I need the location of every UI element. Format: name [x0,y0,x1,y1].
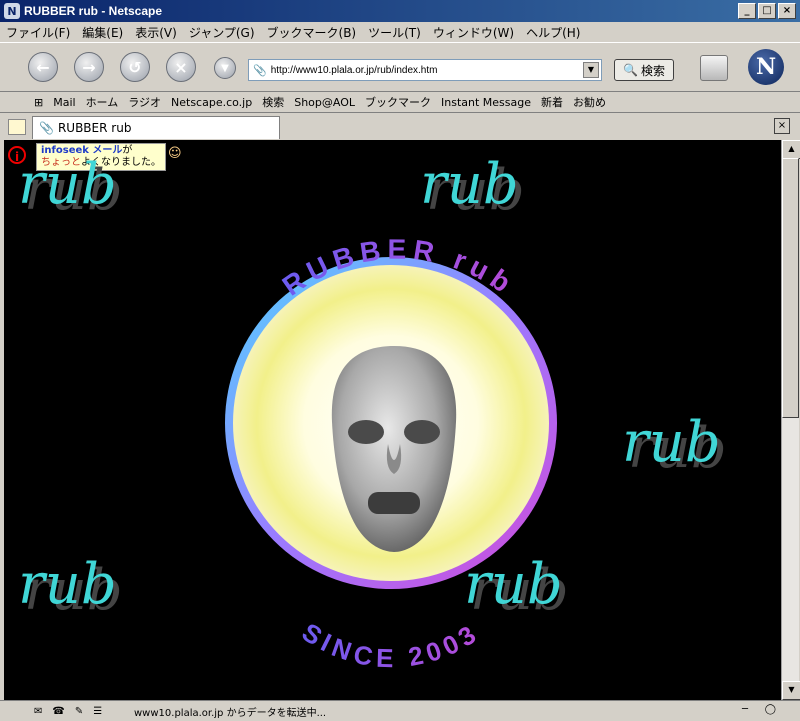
bookmark-mail[interactable]: Mail [48,96,80,109]
bookmark-radio[interactable]: ラジオ [123,94,166,110]
forward-arrow-icon: → [82,57,96,77]
address-book-icon[interactable]: ☰ [93,706,102,717]
reload-icon: ↺ [128,57,142,77]
url-text: http://www10.plala.or.jp/rub/index.htm [270,64,438,76]
bookmark-search[interactable]: 検索 [257,94,289,110]
url-dropdown-button[interactable]: ▼ [583,62,599,78]
bookmark-recommend[interactable]: お勧め [568,94,611,110]
close-tab-button[interactable]: × [774,118,790,134]
title-bar: N RUBBER rub - Netscape _ □ × [0,0,800,22]
menu-edit[interactable]: 編集(E) [76,24,129,41]
menu-file[interactable]: ファイル(F) [0,24,76,41]
menu-help[interactable]: ヘルプ(H) [520,24,586,41]
page-content: i infoseek メールが ちょっとよくなりました。 ☺ rub rub r… [4,140,781,700]
url-bar[interactable]: 📎 http://www10.plala.or.jp/rub/index.htm… [248,59,602,81]
security-lock-icon[interactable]: ◯ [765,704,776,715]
logo-letter: N [755,54,777,80]
personal-home-icon[interactable]: ⊞ [0,96,48,109]
menu-tools[interactable]: ツール(T) [362,24,427,41]
page-proxy-icon: 📎 [253,63,267,77]
back-button[interactable]: ← [28,52,58,82]
history-dropdown-button[interactable]: ▼ [214,57,236,79]
search-button[interactable]: 🔍 検索 [614,59,674,81]
maximize-button[interactable]: □ [758,3,776,19]
arc-bottom-textpath: SINCE 2003 [297,617,480,674]
close-button[interactable]: × [778,3,796,19]
status-bar: ✉ ☎ ✎ ☰ www10.plala.or.jp からデータを転送中... ◯… [0,700,800,721]
bookmark-shop-aol[interactable]: Shop@AOL [289,96,360,109]
bookmark-netscape-co-jp[interactable]: Netscape.co.jp [166,96,257,109]
menu-view[interactable]: 表示(V) [129,24,183,41]
reload-button[interactable]: ↺ [120,52,150,82]
connection-icon: ─ [741,704,748,715]
minimize-button[interactable]: _ [738,3,756,19]
tab-bar: 📎 RUBBER rub × [0,114,800,139]
navigation-toolbar: ← → ↺ × ▼ 📎 http://www10.plala.or.jp/rub… [0,42,800,92]
vertical-scrollbar[interactable]: ▲ ▼ [781,140,800,700]
scroll-thumb[interactable] [782,158,799,418]
new-tab-icon[interactable] [8,119,26,135]
print-icon[interactable] [700,55,728,81]
bookmark-new[interactable]: 新着 [536,94,568,110]
bookmark-home[interactable]: ホーム [81,94,124,110]
composer-icon[interactable]: ✎ [75,706,83,717]
scroll-up-button[interactable]: ▲ [782,140,800,159]
back-arrow-icon: ← [36,57,50,77]
page-icon: 📎 [39,121,54,135]
arc-bottom-text: SINCE 2003 [297,617,485,674]
bookmark-folder[interactable]: ブックマーク [360,94,436,110]
mask-face-image [331,346,457,552]
chevron-down-icon: ▼ [221,62,229,74]
menu-bookmarks[interactable]: ブックマーク(B) [261,24,363,41]
tab-rubber-rub[interactable]: 📎 RUBBER rub [32,116,280,139]
tab-title: RUBBER rub [57,121,132,135]
personal-toolbar: ⊞ Mail ホーム ラジオ Netscape.co.jp 検索 Shop@AO… [0,92,800,113]
magnifier-icon: 🔍 [623,63,638,77]
search-button-label: 検索 [640,63,665,78]
window-title: RUBBER rub - Netscape [24,4,163,18]
menu-go[interactable]: ジャンプ(G) [183,24,261,41]
status-text: www10.plala.or.jp からデータを転送中... [134,708,327,719]
netscape-logo[interactable]: N [748,49,784,85]
bookmark-instant-message[interactable]: Instant Message [436,96,536,109]
menu-window[interactable]: ウィンドウ(W) [427,24,520,41]
aim-status-icon[interactable]: ☎ [52,706,64,717]
forward-button[interactable]: → [74,52,104,82]
menu-bar: ファイル(F) 編集(E) 表示(V) ジャンプ(G) ブックマーク(B) ツー… [0,22,800,42]
scroll-down-button[interactable]: ▼ [782,681,800,700]
stop-button[interactable]: × [166,52,196,82]
netscape-app-icon: N [4,3,20,19]
stop-icon: × [174,57,188,77]
mail-status-icon[interactable]: ✉ [34,706,42,717]
chevron-down-icon: ▼ [587,65,595,74]
